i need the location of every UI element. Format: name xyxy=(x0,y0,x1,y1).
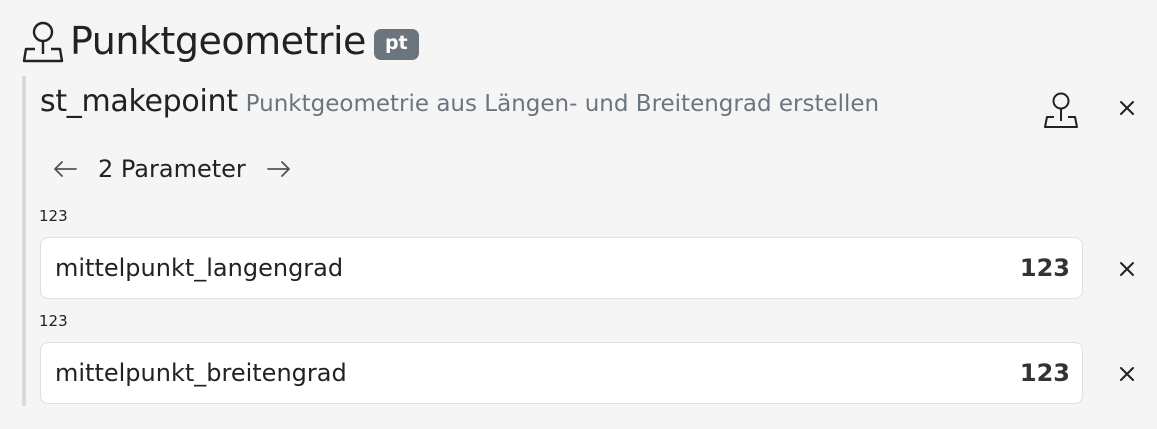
parameter-count: 2 Parameter xyxy=(98,155,246,183)
parameter-type-label: 123 xyxy=(39,207,68,225)
parameter-navigation: 2 Parameter xyxy=(52,151,292,187)
page-header: Punktgeometrie pt xyxy=(22,18,419,64)
parameter-input[interactable]: mittelpunkt_breitengrad 123 xyxy=(40,342,1083,404)
arrow-right-icon[interactable] xyxy=(266,151,292,187)
function-header: st_makepoint Punktgeometrie aus Längen- … xyxy=(40,84,879,128)
numeric-type-icon: 123 xyxy=(1019,254,1070,282)
function-name: st_makepoint xyxy=(40,84,238,119)
parameter-value: mittelpunkt_breitengrad xyxy=(55,359,347,387)
page-title: Punktgeometrie xyxy=(70,19,366,63)
close-icon[interactable] xyxy=(1118,260,1136,278)
parameter-input[interactable]: mittelpunkt_langengrad 123 xyxy=(40,237,1083,299)
parameter-value: mittelpunkt_langengrad xyxy=(55,254,344,282)
close-icon[interactable] xyxy=(1118,365,1136,383)
map-pin-icon xyxy=(22,21,64,63)
section-divider xyxy=(22,76,26,406)
function-description: Punktgeometrie aus Längen- und Breitengr… xyxy=(245,91,880,117)
arrow-left-icon[interactable] xyxy=(52,151,78,187)
function-editor-panel: Punktgeometrie pt st_makepoint Punktgeom… xyxy=(0,0,1157,429)
close-icon[interactable] xyxy=(1118,99,1136,117)
numeric-type-icon: 123 xyxy=(1019,359,1070,387)
type-badge: pt xyxy=(373,28,419,60)
map-pin-icon[interactable] xyxy=(1042,90,1080,130)
parameter-type-label: 123 xyxy=(39,312,68,330)
